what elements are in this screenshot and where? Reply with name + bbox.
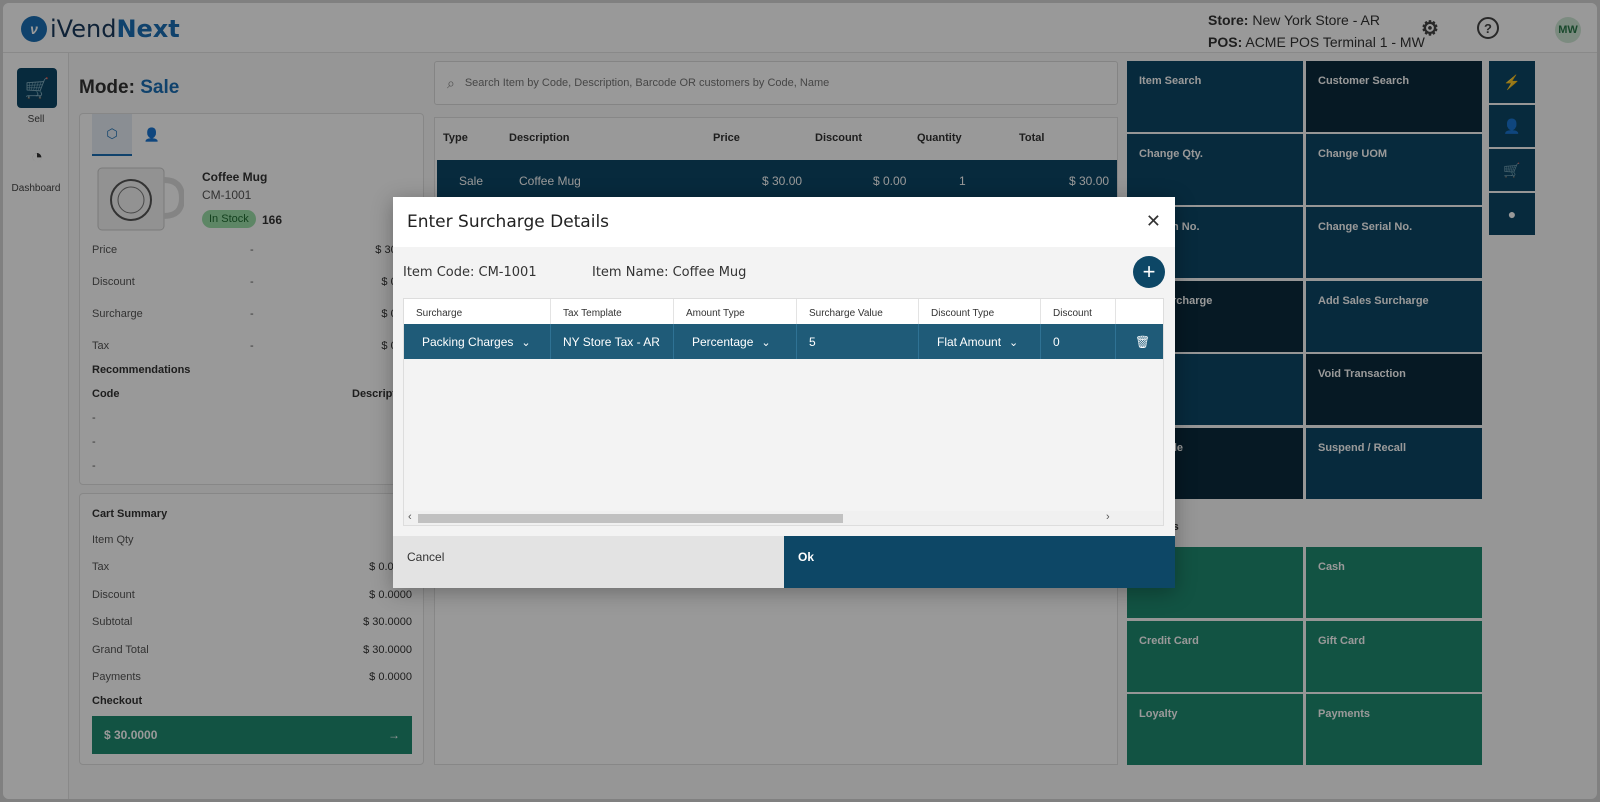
trash-icon[interactable]: 🗑: [1116, 324, 1163, 359]
table-row: Packing Charges NY Store Tax - AR Percen…: [404, 324, 1163, 359]
modal-footer: Cancel Ok: [393, 536, 1175, 588]
ok-button[interactable]: Ok: [784, 536, 1175, 588]
tax-template-field[interactable]: NY Store Tax - AR: [551, 324, 674, 359]
surcharge-modal: Enter Surcharge Details ✕ Item Code: CM-…: [393, 197, 1175, 588]
close-icon[interactable]: ✕: [1146, 211, 1161, 232]
amount-type-select[interactable]: Percentage: [674, 324, 797, 359]
discount-input[interactable]: 0: [1041, 324, 1116, 359]
plus-icon: +: [1142, 259, 1156, 284]
scroll-thumb[interactable]: [418, 514, 843, 523]
modal-header: Enter Surcharge Details ✕: [393, 197, 1175, 247]
modal-title: Enter Surcharge Details: [407, 212, 610, 232]
surcharge-select[interactable]: Packing Charges: [404, 324, 551, 359]
item-code: Item Code: CM-1001: [403, 265, 537, 280]
surcharge-grid: Surcharge Tax Template Amount Type Surch…: [403, 298, 1164, 526]
scroll-right-icon[interactable]: ›: [1106, 511, 1110, 523]
cancel-button[interactable]: Cancel: [393, 536, 784, 588]
surcharge-value-input[interactable]: 5: [797, 324, 919, 359]
scroll-left-icon[interactable]: ‹: [408, 511, 412, 523]
horizontal-scrollbar[interactable]: ‹ ›: [404, 511, 1163, 525]
grid-header: Surcharge Tax Template Amount Type Surch…: [404, 299, 1163, 324]
discount-type-select[interactable]: Flat Amount: [919, 324, 1041, 359]
item-name: Item Name: Coffee Mug: [592, 265, 747, 280]
add-surcharge-button[interactable]: +: [1133, 256, 1165, 288]
